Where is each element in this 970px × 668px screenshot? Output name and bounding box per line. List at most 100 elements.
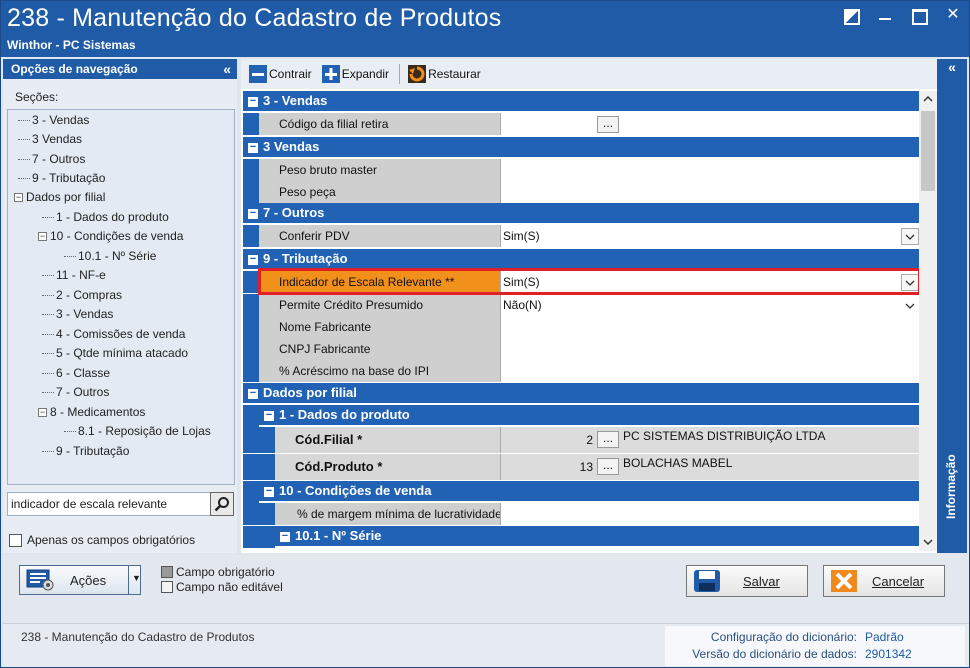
property-row[interactable]: Nome Fabricante (243, 316, 919, 338)
expand-info-icon[interactable]: « (937, 59, 967, 75)
restore-button[interactable]: Restaurar (408, 65, 489, 83)
category-row[interactable]: −3 Vendas (243, 137, 919, 157)
restore-icon[interactable] (843, 7, 860, 25)
tree-item[interactable]: 5 - Qtde mínima atacado (42, 344, 188, 362)
dropdown-button[interactable] (901, 297, 919, 314)
readonly-swatch (161, 581, 173, 593)
sections-label: Seções: (15, 90, 59, 104)
collapse-button[interactable]: Contrair (249, 65, 320, 83)
collapse-node-icon[interactable]: − (14, 193, 23, 203)
maximize-icon[interactable] (911, 7, 928, 25)
property-row[interactable]: Peso bruto master (243, 159, 919, 181)
property-value[interactable] (501, 338, 919, 360)
section-search-input[interactable]: indicador de escala relevante (7, 492, 211, 516)
tree-item[interactable]: −8 - Medicamentos (38, 403, 145, 421)
dropdown-button[interactable] (901, 228, 919, 245)
information-tab[interactable]: « Informação (937, 59, 967, 553)
dict-version-value: 2901342 (865, 647, 912, 661)
property-value[interactable] (501, 159, 919, 181)
property-row[interactable]: CNPJ Fabricante (243, 338, 919, 360)
collapse-category-icon[interactable]: − (248, 253, 258, 265)
actions-dropdown-icon[interactable]: ▼ (132, 573, 141, 583)
category-row[interactable]: − Dados por filial (243, 383, 919, 403)
property-value[interactable] (501, 316, 919, 338)
property-row[interactable]: Peso peça (243, 181, 919, 203)
property-value[interactable]: ... (501, 113, 919, 135)
legend-required: Campo obrigatório (176, 565, 275, 579)
tree-item[interactable]: 9 - Tributação (42, 442, 129, 460)
tree-item[interactable]: 1 - Dados do produto (42, 208, 169, 226)
tree-item[interactable]: 9 - Tributação (18, 169, 105, 187)
scroll-down-icon[interactable] (923, 539, 933, 546)
highlight-box (258, 268, 921, 295)
cancel-button[interactable]: Cancelar (823, 565, 945, 597)
collapse-node-icon[interactable]: − (38, 408, 47, 418)
navigation-header: Opções de navegação « (3, 59, 237, 79)
action-bar: Ações ▼ Campo obrigatório Campo não edit… (3, 555, 969, 623)
property-value[interactable] (501, 503, 919, 525)
property-row[interactable]: Permite Crédito Presumido Não(N) (243, 294, 919, 316)
conferir-pdv-select[interactable]: Sim(S) (501, 225, 919, 247)
subcategory-row[interactable]: −1 - Dados do produto (243, 405, 919, 427)
scroll-up-icon[interactable] (923, 95, 933, 102)
minimize-icon[interactable] (877, 7, 893, 23)
collapse-category-icon[interactable]: − (248, 207, 258, 219)
property-row[interactable]: % de margem mínima de lucratividade (243, 503, 919, 525)
property-row[interactable]: Cód.Filial * 2 ... PC SISTEMAS DISTRIBUI… (243, 427, 919, 453)
lookup-button[interactable]: ... (597, 116, 619, 133)
close-icon[interactable]: ✕ (945, 7, 961, 23)
required-only-option[interactable]: Apenas os campos obrigatórios (9, 533, 195, 547)
collapse-category-icon[interactable]: − (264, 409, 274, 421)
collapse-category-icon[interactable]: − (280, 530, 290, 542)
collapse-node-icon[interactable]: − (38, 232, 47, 242)
save-button[interactable]: Salvar (686, 565, 808, 597)
scroll-thumb[interactable] (921, 111, 935, 191)
tree-item[interactable]: 11 - NF-e (42, 266, 106, 284)
tree-item[interactable]: 10.1 - Nº Série (64, 247, 156, 265)
tree-item[interactable]: 3 - Vendas (18, 111, 89, 129)
collapse-category-icon[interactable]: − (264, 485, 274, 497)
property-row[interactable]: Código da filial retira ... (243, 113, 919, 135)
lookup-button[interactable]: ... (597, 458, 619, 475)
property-value[interactable] (501, 360, 919, 382)
property-label: Cód.Produto * (275, 454, 501, 480)
subcategory-row[interactable]: −10.1 - Nº Série (243, 526, 919, 548)
tree-item[interactable]: 6 - Classe (42, 364, 110, 382)
credito-presumido-select[interactable]: Não(N) (501, 294, 919, 316)
collapse-category-icon[interactable]: − (248, 387, 258, 399)
collapse-nav-icon[interactable]: « (223, 59, 231, 79)
tree-item[interactable]: 4 - Comissões de venda (42, 325, 185, 343)
lookup-button[interactable]: ... (597, 431, 619, 448)
property-row[interactable]: Conferir PDV Sim(S) (243, 225, 919, 247)
tree-item[interactable]: 7 - Outros (42, 383, 109, 401)
search-button[interactable] (210, 492, 234, 516)
collapse-category-icon[interactable]: − (248, 141, 258, 153)
category-row[interactable]: −3 - Vendas (243, 91, 919, 111)
tree-item[interactable]: − Dados por filial (14, 188, 105, 206)
tree-item[interactable]: −10 - Condições de venda (38, 227, 183, 245)
property-value[interactable] (501, 181, 919, 203)
title-bar: 238 - Manutenção do Cadastro de Produtos… (1, 1, 969, 57)
category-row[interactable]: −9 - Tributação (243, 249, 919, 269)
window-controls: ✕ (843, 7, 961, 25)
actions-button[interactable]: Ações ▼ (19, 565, 141, 595)
subcategory-row[interactable]: −10 - Condições de venda (243, 481, 919, 503)
collapse-category-icon[interactable]: − (248, 95, 258, 107)
tree-item[interactable]: 2 - Compras (42, 286, 122, 304)
tree-item[interactable]: 3 - Vendas (42, 305, 113, 323)
property-label: Peso peça (259, 181, 501, 203)
expand-button[interactable]: Expandir (321, 65, 397, 83)
grid-toolbar: Contrair Expandir Restaurar (241, 59, 937, 89)
property-label: CNPJ Fabricante (259, 338, 501, 360)
category-row[interactable]: −7 - Outros (243, 203, 919, 223)
tree-item[interactable]: 7 - Outros (18, 150, 85, 168)
property-row[interactable]: % Acréscimo na base do IPI (243, 360, 919, 382)
legend-readonly: Campo não editável (176, 580, 283, 594)
cod-produto-field[interactable]: 13 ... BOLACHAS MABEL (501, 454, 919, 480)
tree-item[interactable]: 3 Vendas (18, 130, 82, 148)
tree-item[interactable]: 8.1 - Reposição de Lojas (64, 422, 211, 440)
property-row[interactable]: Cód.Produto * 13 ... BOLACHAS MABEL (243, 454, 919, 480)
actions-icon (26, 569, 54, 591)
grid-scrollbar[interactable] (919, 91, 937, 551)
required-only-checkbox[interactable] (9, 533, 22, 547)
